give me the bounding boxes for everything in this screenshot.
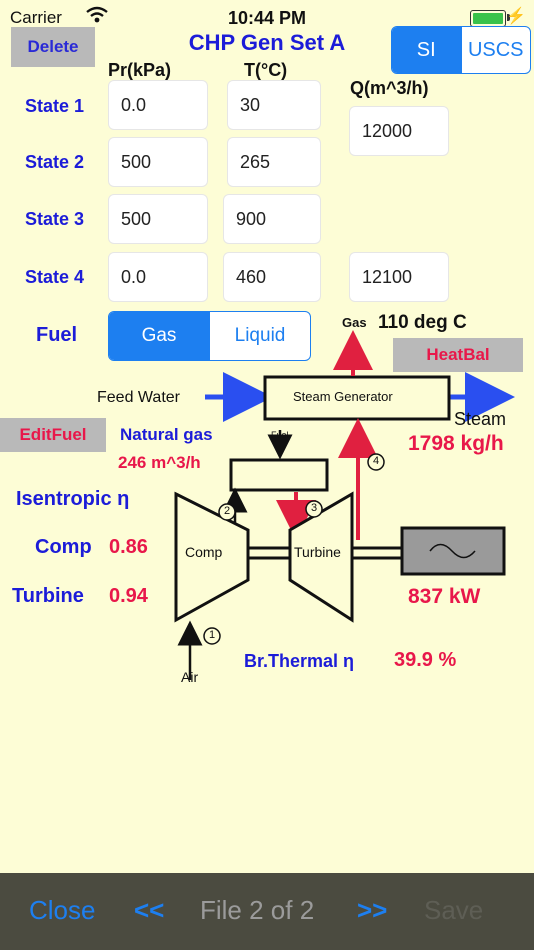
steam-generator-label: Steam Generator [293,389,393,404]
next-file-button[interactable]: >> [357,895,387,926]
bottom-toolbar: Close << File 2 of 2 >> Save [0,873,534,950]
isentropic-label: Isentropic η [16,488,130,510]
prev-file-button[interactable]: << [134,895,164,926]
power-output-value: 837 kW [408,585,481,608]
comp-diagram-label: Comp [185,544,223,560]
state-marker-3: 3 [311,502,318,514]
state-marker-2: 2 [224,505,231,517]
save-button[interactable]: Save [424,895,483,926]
fuel-type-label: Natural gas [120,425,213,444]
state-marker-4: 4 [373,455,380,467]
state-marker-1: 1 [209,629,216,641]
edit-fuel-button[interactable]: EditFuel [0,418,106,452]
turbine-eff-label: Turbine [12,585,84,607]
file-indicator: File 2 of 2 [200,895,315,925]
turbine-diagram-label: Turbine [294,544,341,560]
air-label: Air [181,669,199,685]
fuel-tag-label: Fuel [271,430,289,440]
steam-label: Steam [454,409,507,429]
comp-eff-label: Comp [35,536,92,558]
turbine-eff-value: 0.94 [109,585,148,607]
comp-eff-value: 0.86 [109,536,148,558]
close-button[interactable]: Close [29,895,95,926]
combustor-box [229,458,329,492]
fuel-rate-value: 246 m^3/h [118,453,201,472]
thermal-eff-value: 39.9 % [394,649,457,671]
thermal-eff-label: Br.Thermal η [244,651,355,671]
steam-rate-value: 1798 kg/h [408,432,504,455]
feed-water-label: Feed Water [97,389,180,406]
